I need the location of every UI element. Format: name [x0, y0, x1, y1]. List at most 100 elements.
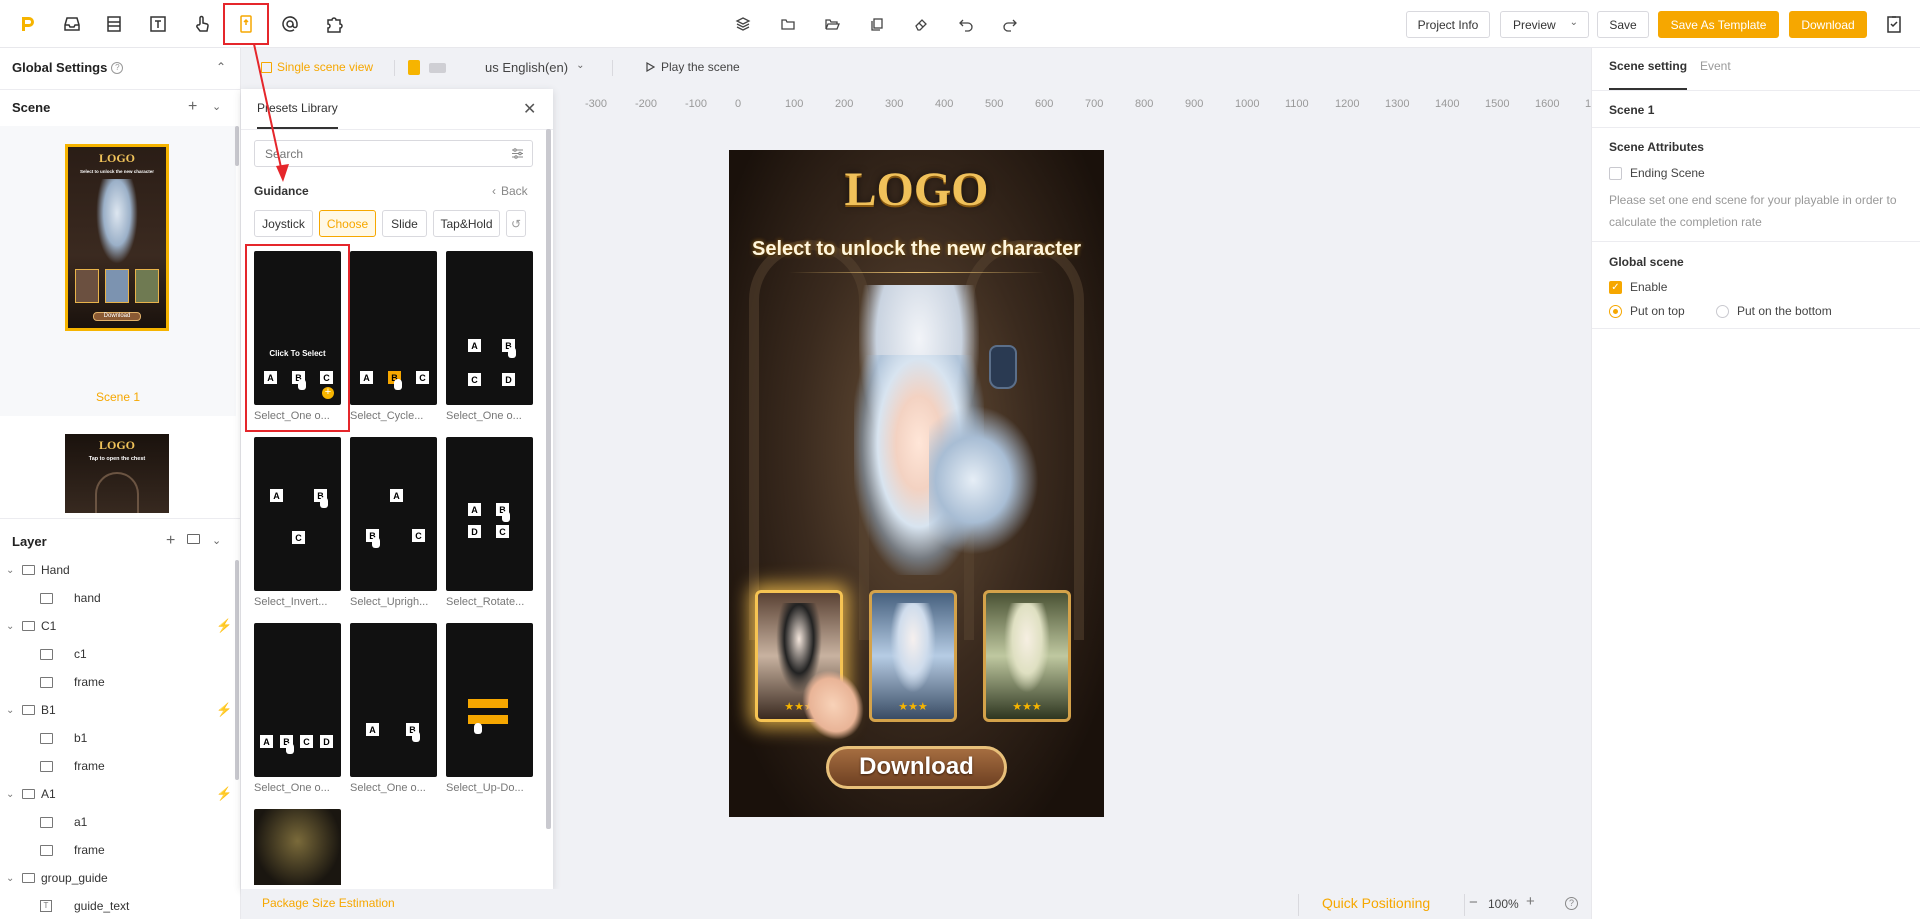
preset-thumbnail[interactable]: ABCD	[446, 251, 533, 405]
chip-tap-hold[interactable]: Tap&Hold	[433, 210, 500, 237]
layer-row[interactable]: Tguide_text	[0, 892, 236, 919]
preset-thumbnail[interactable]	[446, 623, 533, 777]
add-scene-icon[interactable]: +	[188, 98, 197, 116]
enable-checkbox[interactable]: ✓ Enable	[1609, 280, 1667, 294]
layer-row[interactable]: a1	[0, 808, 236, 836]
presets-tab-active[interactable]: Presets Library	[257, 89, 338, 129]
tab-event[interactable]: Event	[1700, 59, 1731, 73]
layers-icon[interactable]	[733, 14, 753, 34]
filter-icon[interactable]	[511, 147, 524, 160]
layout-icon[interactable]	[102, 12, 126, 36]
color-swatch-gray[interactable]	[429, 63, 446, 73]
preset-item[interactable]: A B C D Select_One o...	[254, 623, 341, 794]
color-swatch-orange[interactable]	[408, 60, 420, 75]
put-on-bottom-radio[interactable]: Put on the bottom	[1716, 304, 1832, 318]
download-button[interactable]: Download	[1789, 11, 1867, 38]
chevron-down-icon[interactable]: ⌄	[6, 789, 14, 800]
plugin-icon[interactable]	[322, 12, 346, 36]
chip-choose[interactable]: Choose	[319, 210, 376, 237]
zoom-out-icon[interactable]: −	[1469, 894, 1478, 911]
layer-row[interactable]: frame	[0, 668, 236, 696]
single-scene-view-toggle[interactable]: Single scene view	[261, 60, 373, 74]
play-scene-button[interactable]: Play the scene	[645, 60, 740, 74]
eraser-icon[interactable]	[911, 14, 931, 34]
scene1-name[interactable]: Scene 1	[0, 390, 236, 404]
package-size-link[interactable]: Package Size Estimation	[262, 896, 395, 910]
preset-item[interactable]: A B D C Select_Rotate...	[446, 437, 533, 608]
inbox-icon[interactable]	[60, 12, 84, 36]
scene1-thumbnail[interactable]: LOGO Select to unlock the new character …	[65, 144, 169, 331]
project-info-button[interactable]: Project Info	[1406, 11, 1490, 38]
character-card-c[interactable]: ★★★	[983, 590, 1071, 722]
copy-icon[interactable]	[867, 14, 887, 34]
new-folder-icon[interactable]	[187, 534, 200, 544]
layer-row[interactable]: ⌄ Hand	[0, 556, 236, 584]
preset-item[interactable]: A B C Select_Invert...	[254, 437, 341, 608]
bolt-icon[interactable]: ⚡	[216, 618, 232, 634]
preset-item[interactable]: A B C D Select_One o...	[446, 251, 533, 422]
preset-item[interactable]: A B Select_One o...	[350, 623, 437, 794]
preset-scrollbar[interactable]	[546, 129, 551, 829]
scene-item-selected[interactable]: LOGO Select to unlock the new character …	[0, 126, 236, 416]
preset-item-partial[interactable]	[254, 809, 341, 885]
layer-row[interactable]: b1	[0, 724, 236, 752]
folder-open-icon[interactable]	[822, 14, 842, 34]
preset-item[interactable]: Select_Up-Do...	[446, 623, 533, 794]
scene2-thumbnail[interactable]: LOGO Tap to open the chest	[65, 434, 169, 513]
chip-more[interactable]: ↺	[506, 210, 526, 237]
tab-scene-setting[interactable]: Scene setting	[1609, 59, 1688, 90]
help-icon[interactable]: ?	[1565, 897, 1578, 910]
zoom-in-icon[interactable]: +	[1526, 893, 1535, 910]
preset-item[interactable]: A B C Select_Uprigh...	[350, 437, 437, 608]
folder-icon[interactable]	[778, 14, 798, 34]
preview-button[interactable]: Preview ⌄	[1500, 11, 1589, 38]
redo-icon[interactable]	[1000, 14, 1020, 34]
close-icon[interactable]: ✕	[523, 99, 536, 119]
layer-row[interactable]: ⌄ group_guide	[0, 864, 236, 892]
text-icon[interactable]	[146, 12, 170, 36]
layer-row[interactable]: hand	[0, 584, 236, 612]
chip-slide[interactable]: Slide	[382, 210, 427, 237]
put-on-top-radio[interactable]: Put on top	[1609, 304, 1685, 318]
app-logo-icon[interactable]	[15, 12, 39, 36]
preset-thumbnail[interactable]: ABDC	[446, 437, 533, 591]
save-button[interactable]: Save	[1597, 11, 1649, 38]
scene-canvas[interactable]: LOGO Select to unlock the new character …	[729, 150, 1104, 817]
layer-row[interactable]: c1	[0, 640, 236, 668]
quick-positioning-button[interactable]: Quick Positioning	[1322, 895, 1430, 911]
search-box[interactable]	[254, 140, 533, 167]
canvas-download-button[interactable]: Download	[826, 746, 1007, 789]
preset-thumbnail[interactable]: ABC	[254, 437, 341, 591]
save-as-template-button[interactable]: Save As Template	[1658, 11, 1779, 38]
layer-row[interactable]: frame	[0, 752, 236, 780]
global-settings-title[interactable]: Global Settings ?	[12, 60, 124, 75]
preset-thumbnail[interactable]: AB	[350, 623, 437, 777]
preset-thumbnail[interactable]: ABC	[350, 437, 437, 591]
chip-joystick[interactable]: Joystick	[254, 210, 313, 237]
chevron-down-icon[interactable]: ⌄	[6, 565, 14, 576]
chevron-down-icon[interactable]: ⌄	[6, 873, 14, 884]
chevron-down-icon[interactable]: ⌄	[212, 100, 221, 113]
preset-thumbnail[interactable]: ABC	[350, 251, 437, 405]
layer-row[interactable]: frame	[0, 836, 236, 864]
scene-scrollbar[interactable]	[235, 126, 239, 166]
layer-row[interactable]: ⌄ B1 ⚡	[0, 696, 236, 724]
help-icon[interactable]: ?	[111, 61, 124, 74]
character-card-b[interactable]: ★★★	[869, 590, 957, 722]
chevron-down-icon[interactable]: ⌄	[6, 705, 14, 716]
chevron-down-icon[interactable]: ⌄	[212, 534, 221, 547]
mention-icon[interactable]	[278, 12, 302, 36]
bolt-icon[interactable]: ⚡	[216, 702, 232, 718]
undo-icon[interactable]	[956, 14, 976, 34]
checklist-icon[interactable]	[1882, 12, 1906, 36]
add-layer-icon[interactable]: +	[166, 532, 175, 550]
preset-thumbnail[interactable]: ABCD	[254, 623, 341, 777]
hand-pointer-icon[interactable]	[190, 12, 214, 36]
ending-scene-checkbox[interactable]: Ending Scene	[1609, 166, 1705, 180]
layer-row[interactable]: ⌄ C1 ⚡	[0, 612, 236, 640]
bolt-icon[interactable]: ⚡	[216, 786, 232, 802]
chevron-up-icon[interactable]: ⌃	[216, 60, 226, 74]
search-input[interactable]	[255, 141, 495, 166]
language-select[interactable]: us English(en) ⌄	[485, 60, 585, 75]
chevron-down-icon[interactable]: ⌄	[6, 621, 14, 632]
